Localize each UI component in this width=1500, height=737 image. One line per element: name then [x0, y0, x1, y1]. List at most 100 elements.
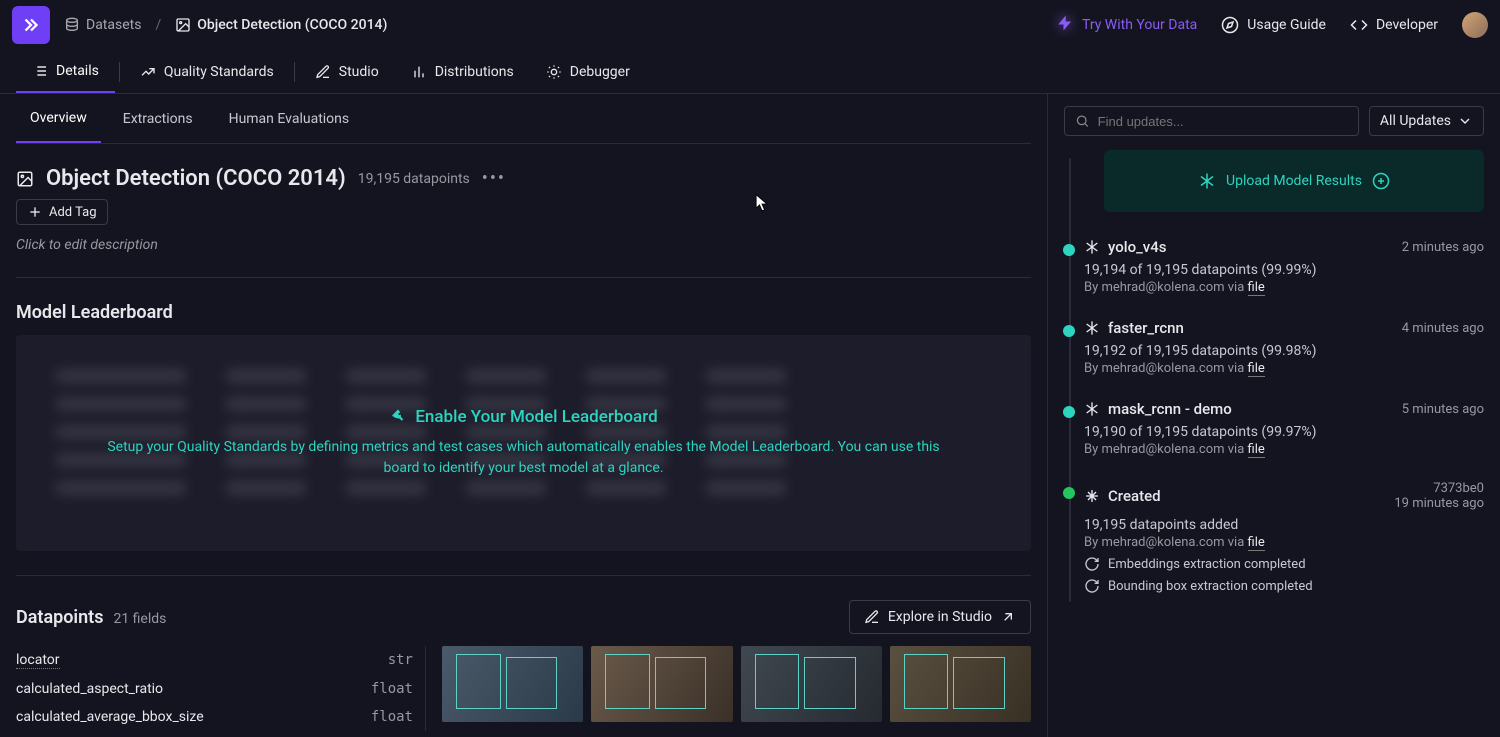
- search-updates-input[interactable]: [1098, 114, 1348, 129]
- update-title-text: yolo_v4s: [1108, 238, 1166, 256]
- edit-icon: [864, 609, 880, 625]
- datapoint-thumbnail[interactable]: [741, 646, 882, 722]
- chevron-down-icon: [1457, 113, 1473, 129]
- update-progress: 19,190 of 19,195 datapoints (99.97%): [1084, 424, 1484, 440]
- datapoint-thumbnail[interactable]: [442, 646, 583, 722]
- update-title-text: mask_rcnn - demo: [1108, 400, 1232, 418]
- field-name: calculated_average_bbox_size: [16, 709, 204, 725]
- tab-details[interactable]: Details: [16, 50, 115, 93]
- breadcrumb-root-label: Datasets: [86, 17, 141, 33]
- commit-hash: 7373be0: [1394, 481, 1484, 496]
- bug-icon: [546, 64, 562, 80]
- update-item[interactable]: mask_rcnn - demo 5 minutes ago 19,190 of…: [1084, 384, 1484, 465]
- sub-tab-extractions[interactable]: Extractions: [109, 94, 207, 143]
- breadcrumb-current[interactable]: Object Detection (COCO 2014): [175, 17, 387, 33]
- updates-filter-select[interactable]: All Updates: [1369, 106, 1484, 136]
- tab-debugger[interactable]: Debugger: [530, 50, 646, 93]
- image-icon: [175, 17, 191, 33]
- update-item-created[interactable]: Created 7373be0 19 minutes ago 19,195 da…: [1084, 465, 1484, 602]
- refresh-icon: [1084, 556, 1100, 572]
- field-name: calculated_aspect_ratio: [16, 681, 163, 697]
- datapoints-heading: Datapoints: [16, 607, 103, 628]
- update-progress: 19,192 of 19,195 datapoints (99.98%): [1084, 343, 1484, 359]
- update-author: By mehrad@kolena.com via file: [1084, 535, 1484, 550]
- snowflake-icon: [1084, 239, 1100, 255]
- explore-in-studio-button[interactable]: Explore in Studio: [849, 600, 1031, 634]
- usage-guide-link[interactable]: Usage Guide: [1221, 16, 1326, 34]
- sparkle-icon: [1084, 488, 1100, 504]
- sub-tab-human-evaluations[interactable]: Human Evaluations: [215, 94, 364, 143]
- image-icon: [16, 170, 34, 188]
- datapoint-thumbnail[interactable]: [890, 646, 1031, 722]
- update-timestamp: 2 minutes ago: [1402, 240, 1484, 255]
- update-timestamp: 4 minutes ago: [1402, 321, 1484, 336]
- field-type: str: [388, 652, 413, 669]
- timeline-dot: [1063, 244, 1075, 256]
- try-with-your-data-link[interactable]: Try With Your Data: [1056, 14, 1197, 36]
- plus-icon: [27, 204, 43, 220]
- update-timestamp: 19 minutes ago: [1394, 496, 1484, 511]
- datapoint-thumbnail[interactable]: [591, 646, 732, 722]
- update-item[interactable]: yolo_v4s 2 minutes ago 19,194 of 19,195 …: [1084, 222, 1484, 303]
- snowflake-icon: [1084, 401, 1100, 417]
- edit-icon: [315, 64, 331, 80]
- field-row[interactable]: calculated_aspect_ratio float: [16, 675, 425, 703]
- code-icon: [1350, 16, 1368, 34]
- update-author: By mehrad@kolena.com via file: [1084, 280, 1484, 295]
- breadcrumb-current-label: Object Detection (COCO 2014): [197, 17, 387, 33]
- list-icon: [32, 63, 48, 79]
- update-timestamp: 5 minutes ago: [1402, 402, 1484, 417]
- more-menu-button[interactable]: •••: [482, 168, 506, 189]
- sub-tab-overview[interactable]: Overview: [16, 94, 101, 143]
- trending-icon: [140, 64, 156, 80]
- compass-icon: [1221, 16, 1239, 34]
- primary-nav: Details Quality Standards Studio Distrib…: [0, 50, 1500, 94]
- snowflake-icon: [1084, 320, 1100, 336]
- breadcrumb-datasets[interactable]: Datasets: [64, 17, 141, 33]
- user-avatar[interactable]: [1462, 12, 1488, 38]
- update-progress: 19,195 datapoints added: [1084, 517, 1484, 533]
- description-input[interactable]: Click to edit description: [16, 237, 1031, 253]
- field-count: 21 fields: [113, 611, 166, 627]
- field-type: float: [371, 681, 413, 697]
- timeline-dot: [1063, 406, 1075, 418]
- enable-leaderboard-link[interactable]: Enable Your Model Leaderboard: [389, 407, 657, 427]
- plus-circle-icon: [1372, 172, 1390, 190]
- rocket-icon: [389, 408, 407, 426]
- field-row[interactable]: calculated_average_bbox_size float: [16, 703, 425, 731]
- datapoint-count: 19,195 datapoints: [358, 171, 470, 187]
- field-type: float: [371, 709, 413, 725]
- leaderboard-panel: Enable Your Model Leaderboard Setup your…: [16, 335, 1031, 551]
- file-link[interactable]: file: [1248, 535, 1265, 551]
- refresh-icon: [1084, 578, 1100, 594]
- leaderboard-heading: Model Leaderboard: [16, 302, 1031, 323]
- tab-distributions[interactable]: Distributions: [395, 50, 530, 93]
- search-updates[interactable]: [1064, 106, 1359, 136]
- file-link[interactable]: file: [1248, 442, 1265, 458]
- update-title-text: faster_rcnn: [1108, 319, 1184, 337]
- timeline-dot: [1063, 487, 1075, 499]
- app-logo[interactable]: [12, 6, 50, 44]
- tab-quality-standards[interactable]: Quality Standards: [124, 50, 290, 93]
- add-tag-button[interactable]: Add Tag: [16, 199, 108, 225]
- snowflake-icon: [1198, 172, 1216, 190]
- search-icon: [1075, 113, 1090, 129]
- developer-link[interactable]: Developer: [1350, 16, 1438, 34]
- file-link[interactable]: file: [1248, 361, 1265, 377]
- field-row[interactable]: locator str: [16, 646, 425, 675]
- update-author: By mehrad@kolena.com via file: [1084, 361, 1484, 376]
- lightning-icon: [1056, 14, 1074, 36]
- breadcrumb: Datasets / Object Detection (COCO 2014): [64, 17, 387, 33]
- extraction-status: Embeddings extraction completed: [1084, 556, 1484, 572]
- update-author: By mehrad@kolena.com via file: [1084, 442, 1484, 457]
- database-icon: [64, 17, 80, 33]
- upload-model-results-button[interactable]: Upload Model Results: [1104, 150, 1484, 212]
- extraction-status: Bounding box extraction completed: [1084, 578, 1484, 594]
- breadcrumb-separator: /: [155, 17, 161, 33]
- page-title: Object Detection (COCO 2014): [46, 166, 346, 191]
- field-name: locator: [16, 652, 60, 669]
- tab-studio[interactable]: Studio: [299, 50, 395, 93]
- leaderboard-help-text: Setup your Quality Standards by defining…: [96, 437, 951, 479]
- file-link[interactable]: file: [1248, 280, 1265, 296]
- update-item[interactable]: faster_rcnn 4 minutes ago 19,192 of 19,1…: [1084, 303, 1484, 384]
